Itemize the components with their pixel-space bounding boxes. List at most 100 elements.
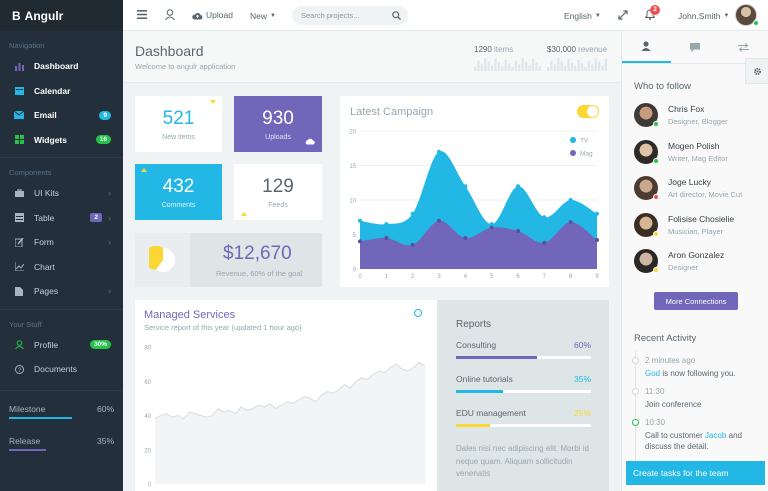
y-tick-label: 60	[144, 380, 151, 386]
user-outline-icon[interactable]	[165, 9, 175, 20]
menu-toggle-icon[interactable]	[137, 10, 147, 19]
avatar[interactable]	[634, 103, 659, 128]
data-point	[595, 211, 599, 216]
revenue-description: Revenue, 60% of the goal	[216, 269, 303, 278]
legend-label: TV	[580, 138, 589, 145]
new-dropdown[interactable]: New ▼	[250, 11, 276, 21]
fullscreen-icon[interactable]	[618, 10, 628, 20]
sidebar-item-dashboard[interactable]: Dashboard	[0, 54, 123, 79]
chevron-right-icon: ›	[108, 237, 111, 248]
data-point	[463, 235, 468, 240]
follow-item[interactable]: Mogen Polish Writer, Mag Editor	[622, 134, 768, 171]
sidebar-item-email[interactable]: Email 9	[0, 103, 123, 128]
settings-button[interactable]	[745, 58, 768, 84]
sidebar-item-label: Chart	[34, 261, 55, 272]
sparkline-bar	[584, 67, 587, 71]
sparkline-bar	[577, 59, 580, 71]
person-role: Musician, Player	[668, 226, 724, 236]
tab-people[interactable]	[622, 31, 671, 63]
y-tick-label: 10	[349, 199, 356, 205]
follow-item[interactable]: Aron Gonzalez Designer	[622, 243, 768, 280]
person-name[interactable]: Chris Fox	[668, 104, 728, 114]
language-dropdown[interactable]: English ▼	[564, 11, 601, 21]
sidebar-item-table[interactable]: Table 2 ›	[0, 206, 123, 231]
revenue-sparkline	[547, 58, 607, 71]
follow-item[interactable]: Folisise Chosielie Musician, Player	[622, 207, 768, 244]
y-tick-label: 40	[144, 414, 151, 420]
sparkline-bar	[504, 59, 507, 71]
briefcase-icon	[12, 186, 26, 200]
data-point	[489, 222, 494, 227]
upload-button[interactable]: Upload	[192, 10, 233, 20]
avatar[interactable]	[634, 139, 659, 164]
stat-card-comments[interactable]: 432 Comments	[135, 164, 222, 220]
report-progress-track	[456, 356, 591, 359]
revenue-value: $12,670	[223, 243, 292, 264]
sidebar-item-label: Widgets	[34, 134, 67, 145]
sidebar-item-ui-kits[interactable]: UI Kits ›	[0, 181, 123, 206]
sidebar-item-profile[interactable]: Profile 30%	[0, 333, 123, 358]
page-title: Dashboard	[135, 43, 204, 59]
person-name[interactable]: Folisise Chosielie	[668, 214, 734, 224]
sparkline-bar	[598, 61, 601, 71]
x-tick-label: 6	[516, 274, 520, 280]
person-name[interactable]: Joge Lucky	[668, 177, 742, 187]
revenue-label: revenue	[578, 45, 608, 54]
sidebar-item-label: Form	[34, 237, 54, 248]
stat-label: Feeds	[268, 202, 288, 209]
avatar[interactable]	[634, 176, 659, 201]
y-tick-label: 0	[353, 268, 357, 274]
sparkline-bar	[514, 60, 517, 71]
avatar[interactable]	[634, 249, 659, 274]
campaign-toggle[interactable]	[577, 105, 599, 118]
sidebar-item-calendar[interactable]: Calendar	[0, 79, 123, 104]
x-tick-label: 1	[385, 274, 389, 280]
report-progress-track	[456, 424, 591, 427]
follow-item[interactable]: Chris Fox Designer, Blogger	[622, 97, 768, 134]
milestone-progress: Milestone 60%	[0, 395, 123, 423]
activity-link[interactable]: Jacob	[705, 431, 726, 440]
activity-link[interactable]: God	[645, 369, 660, 378]
nav-section-components: Components	[9, 168, 52, 177]
revenue-stat: $30,000 revenue	[547, 45, 607, 54]
question-icon: ?	[12, 362, 26, 376]
calendar-icon	[12, 84, 26, 98]
sidebar-item-documents[interactable]: ? Documents	[0, 357, 123, 382]
data-point	[568, 198, 573, 202]
data-point	[410, 242, 415, 247]
brand[interactable]: B Angulr	[0, 0, 123, 31]
data-point	[542, 240, 547, 245]
sidebar-item-widgets[interactable]: Widgets 16	[0, 128, 123, 153]
x-tick-label: 9	[595, 274, 599, 280]
sparkline-bar	[567, 58, 570, 71]
sparkline-bar	[511, 67, 514, 71]
sparkline-bar	[564, 65, 567, 71]
tab-chat[interactable]	[671, 31, 720, 63]
release-value: 35%	[96, 435, 114, 446]
sidebar-item-chart[interactable]: Chart	[0, 255, 123, 280]
timeline-line	[635, 351, 636, 466]
search-icon[interactable]	[392, 9, 401, 22]
status-circle-icon[interactable]	[414, 309, 422, 317]
follow-item[interactable]: Joge Lucky Art director, Movie Cut	[622, 170, 768, 207]
stat-card-new-items[interactable]: 521 New items	[135, 96, 222, 152]
user-menu[interactable]: John.Smith ▼	[678, 11, 729, 21]
person-name[interactable]: Mogen Polish	[668, 141, 728, 151]
brand-name: Angulr	[24, 8, 64, 23]
stat-card-uploads[interactable]: 930 Uploads	[234, 96, 322, 152]
sparkline-bar	[591, 64, 594, 71]
more-connections-button[interactable]: More Connections	[654, 292, 738, 310]
report-label: Online tutorials	[456, 374, 513, 384]
stat-card-feeds[interactable]: 129 Feeds	[234, 164, 322, 220]
create-tasks-button[interactable]: Create tasks for the team	[626, 461, 765, 485]
caret-down-icon: ▼	[270, 13, 276, 19]
report-progress-fill	[456, 390, 504, 393]
sidebar-item-pages[interactable]: Pages ›	[0, 279, 123, 304]
search-input[interactable]: Search projects...	[292, 6, 408, 25]
sidebar-item-form[interactable]: Form ›	[0, 230, 123, 255]
widgets-count-badge: 16	[95, 135, 111, 145]
sparkline-bar	[494, 58, 497, 71]
stat-value: 521	[162, 108, 195, 129]
person-name[interactable]: Aron Gonzalez	[668, 250, 724, 260]
avatar[interactable]	[634, 212, 659, 237]
